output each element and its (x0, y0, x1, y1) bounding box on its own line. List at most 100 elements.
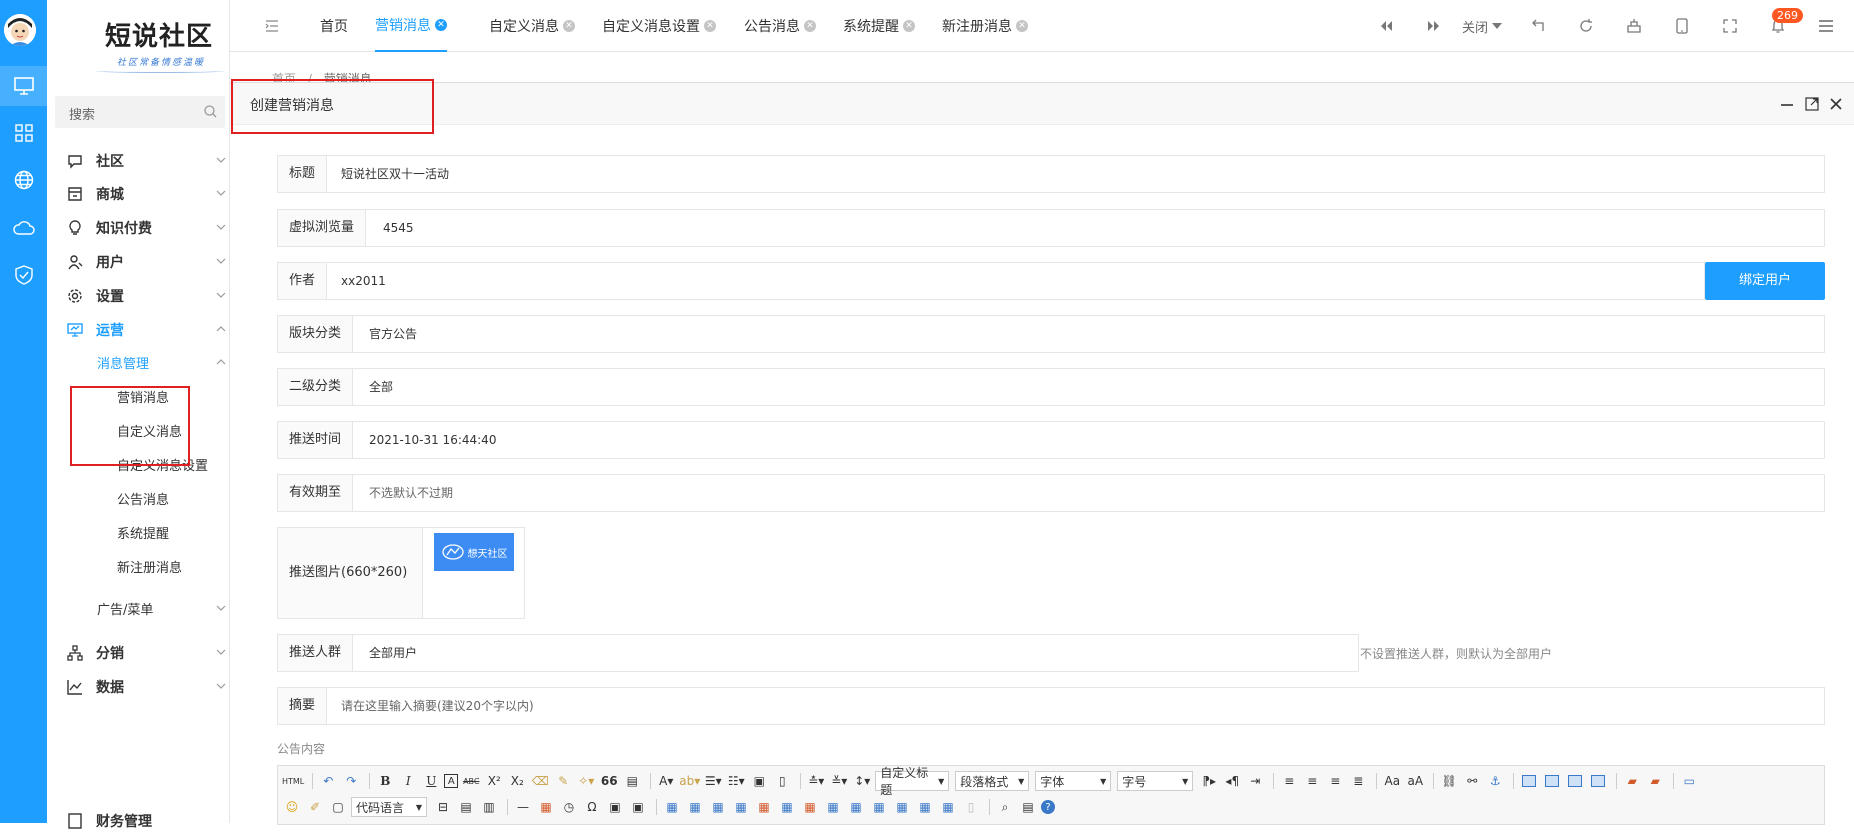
close-tab-icon[interactable]: ✕ (704, 20, 716, 32)
align-center-icon[interactable]: ≡ (1302, 771, 1322, 791)
tab-announcement[interactable]: 公告消息 ✕ (744, 0, 816, 52)
sidebar-item-knowledge[interactable]: 知识付费 (47, 212, 230, 242)
apps-grid-icon[interactable] (0, 113, 47, 153)
split-cols-icon[interactable]: ▦ (938, 797, 958, 817)
align-left-icon[interactable]: ≡ (1279, 771, 1299, 791)
split-cells-icon[interactable]: ▦ (892, 797, 912, 817)
merge-cells-icon[interactable]: ▦ (823, 797, 843, 817)
avatar[interactable] (4, 14, 36, 46)
subsection-value[interactable]: 全部 (369, 369, 393, 405)
delete-row-icon[interactable]: ▦ (754, 797, 774, 817)
merge-right-icon[interactable]: ▦ (846, 797, 866, 817)
cloud-icon[interactable] (0, 208, 47, 248)
author-field[interactable]: 作者 xx2011 (277, 262, 1705, 300)
blockquote-icon[interactable]: 66 (599, 771, 619, 791)
subsection-select[interactable]: 二级分类 全部 (277, 368, 1825, 406)
menu-icon[interactable] (1816, 16, 1836, 36)
close-tab-icon[interactable]: ✕ (804, 20, 816, 32)
page-break-icon[interactable]: ⊟ (433, 797, 453, 817)
select-all-icon[interactable]: ▣ (749, 771, 769, 791)
sidebar-item-data[interactable]: 数据 (47, 671, 230, 701)
tab-marketing-message[interactable]: 营销消息 ✕ (375, 0, 447, 52)
split-rows-icon[interactable]: ▦ (915, 797, 935, 817)
insert-paragraph-before-table-icon[interactable]: ▦ (708, 797, 728, 817)
tab-custom-message[interactable]: 自定义消息 ✕ (489, 0, 575, 52)
undo-icon[interactable]: ↶ (318, 771, 338, 791)
scrawl-icon[interactable]: ✐ (305, 797, 325, 817)
drafts-icon[interactable]: ▤ (1018, 797, 1038, 817)
views-input[interactable]: 4545 (383, 210, 414, 246)
unlink-icon[interactable]: ⚯ (1462, 771, 1482, 791)
summary-input[interactable]: 请在这里输入摘要(建议20个字以内) (341, 688, 534, 724)
redo-icon[interactable]: ↷ (341, 771, 361, 791)
sidebar-item-community[interactable]: 社区 (47, 145, 230, 175)
insert-table-icon[interactable]: ▦ (662, 797, 682, 817)
sidebar-item-operations[interactable]: 运营 (47, 314, 230, 344)
eraser-icon[interactable]: ⌫ (530, 771, 550, 791)
tab-system-reminder[interactable]: 系统提醒 ✕ (843, 0, 915, 52)
push-time-field[interactable]: 推送时间 2021-10-31 16:44:40 (277, 421, 1825, 459)
minimize-icon[interactable] (1778, 95, 1796, 113)
sidebar-item-finance[interactable]: 财务管理 (47, 805, 230, 835)
mobile-icon[interactable] (1672, 16, 1692, 36)
date-icon[interactable]: ▦ (536, 797, 556, 817)
sidebar-item-distribution[interactable]: 分销 (47, 637, 230, 667)
close-tab-icon[interactable]: ✕ (1016, 20, 1028, 32)
bind-user-button[interactable]: 绑定用户 (1705, 262, 1825, 300)
font-color-icon[interactable]: A▾ (656, 771, 676, 791)
lowercase-icon[interactable]: aA (1405, 771, 1425, 791)
ordered-list-icon[interactable]: ☰▾ (703, 771, 723, 791)
horizontal-rule-icon[interactable]: — (513, 797, 533, 817)
push-time-input[interactable]: 2021-10-31 16:44:40 (369, 422, 496, 458)
superscript-icon[interactable]: X² (484, 771, 504, 791)
highlight-color-icon[interactable]: ab▾ (679, 771, 700, 791)
underline-button[interactable]: U (421, 771, 441, 791)
unordered-list-icon[interactable]: ☷▾ (726, 771, 746, 791)
close-tab-icon[interactable]: ✕ (563, 20, 575, 32)
line-height-icon[interactable]: ↕▾ (852, 771, 872, 791)
insert-image-icon[interactable]: ▰ (1622, 771, 1642, 791)
insert-col-icon[interactable]: ▦ (777, 797, 797, 817)
submenu-group-message-management[interactable]: 消息管理 (47, 347, 230, 377)
section-value[interactable]: 官方公告 (369, 316, 417, 352)
merge-down-icon[interactable]: ▦ (869, 797, 889, 817)
scroll-right-icon[interactable] (1424, 16, 1444, 36)
paragraph-format-select[interactable]: 段落格式 ▼ (955, 771, 1030, 791)
sidebar-item-users[interactable]: 用户 (47, 246, 230, 276)
code-language-select[interactable]: 代码语言 ▼ (351, 797, 427, 817)
close-tab-icon[interactable]: ✕ (435, 19, 447, 31)
search-icon[interactable]: ⌕ (995, 797, 1015, 817)
section-select[interactable]: 版块分类 官方公告 (277, 315, 1825, 353)
align-right-icon[interactable]: ≡ (1325, 771, 1345, 791)
delete-col-icon[interactable]: ▦ (800, 797, 820, 817)
font-border-icon[interactable]: A (444, 774, 459, 788)
subscript-icon[interactable]: X₂ (507, 771, 527, 791)
special-chars-icon[interactable]: Ω (582, 797, 602, 817)
wordimage-icon[interactable]: ▣ (605, 797, 625, 817)
uppercase-icon[interactable]: Aa (1382, 771, 1402, 791)
strikethrough-button[interactable]: ABC (461, 771, 481, 791)
refresh-icon[interactable] (1576, 16, 1596, 36)
preview-icon[interactable]: ▭ (1679, 771, 1699, 791)
audience-value[interactable]: 全部用户 (369, 635, 417, 671)
push-image-thumbnail[interactable]: 想天社区 (434, 533, 514, 571)
fullscreen-icon[interactable] (1720, 16, 1740, 36)
clear-cache-icon[interactable] (1624, 16, 1644, 36)
insert-row-icon[interactable]: ▦ (731, 797, 751, 817)
submenu-item-announcement[interactable]: 公告消息 (47, 483, 230, 513)
title-input[interactable]: 短说社区双十一活动 (341, 156, 449, 192)
print-icon[interactable]: ▯ (961, 797, 981, 817)
font-family-select[interactable]: 字体 ▼ (1035, 771, 1112, 791)
html-source-button[interactable]: HTML (282, 771, 304, 791)
auto-format-icon[interactable]: ✧▾ (576, 771, 596, 791)
image-float-right-icon[interactable] (1565, 771, 1585, 791)
submenu-item-new-register-message[interactable]: 新注册消息 (47, 551, 230, 581)
sidebar-item-store[interactable]: 商城 (47, 178, 230, 208)
image-float-none-icon[interactable] (1519, 771, 1539, 791)
close-tab-icon[interactable]: ✕ (903, 20, 915, 32)
tab-home[interactable]: 首页 (320, 0, 348, 52)
link-icon[interactable]: ⛓ (1439, 771, 1459, 791)
row-spacing-top-icon[interactable]: ≛▾ (806, 771, 826, 791)
audience-select[interactable]: 推送人群 全部用户 (277, 634, 1359, 672)
search-replace-icon[interactable]: ▣ (628, 797, 648, 817)
